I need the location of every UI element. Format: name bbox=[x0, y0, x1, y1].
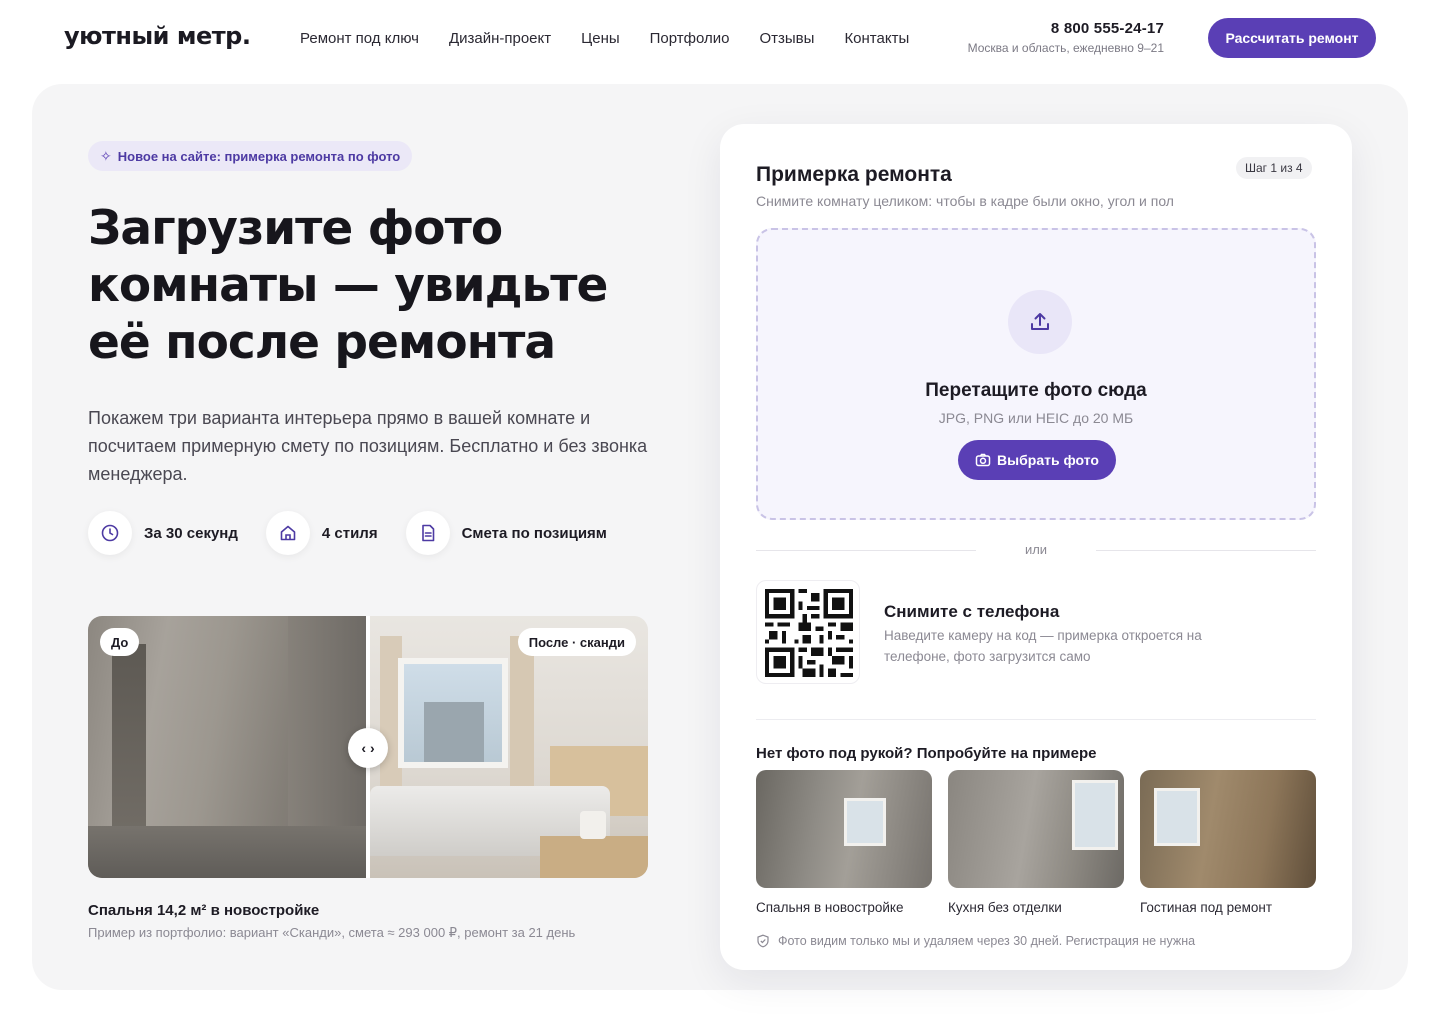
hero-title: Загрузите фото комнаты — увидьте её посл… bbox=[88, 201, 608, 370]
sample-card[interactable]: Спальня в новостройке bbox=[756, 770, 932, 915]
sparkle-icon: ✧ bbox=[100, 147, 112, 164]
feature-label: Смета по позициям bbox=[461, 524, 607, 542]
contact-phone: 8 800 555-24-17 Москва и область, ежедне… bbox=[954, 20, 1164, 55]
dropzone-hint: JPG, PNG или HEIC до 20 МБ bbox=[938, 410, 1134, 426]
new-feature-badge: ✧ Новое на сайте: примерка ремонта по фо… bbox=[88, 141, 413, 171]
step-badge: Шаг 1 из 4 bbox=[1236, 157, 1312, 179]
before-label: До bbox=[100, 628, 140, 656]
upload-icon bbox=[1008, 290, 1072, 354]
feature-label: За 30 секунд bbox=[144, 524, 238, 542]
phone-upload-title: Снимите с телефона bbox=[884, 602, 1060, 621]
shield-check-icon bbox=[757, 934, 769, 948]
sample-photos: Спальня в новостройке Кухня без отделки … bbox=[756, 770, 1316, 915]
sample-card[interactable]: Гостиная под ремонт bbox=[1140, 770, 1316, 915]
nav-link-design[interactable]: Дизайн-проект bbox=[449, 30, 551, 47]
feature-item: 4 стиля bbox=[265, 511, 378, 555]
caption-subtitle: Пример из портфолио: вариант «Сканди», с… bbox=[88, 925, 576, 940]
or-divider-left bbox=[756, 550, 976, 551]
nav-link-prices[interactable]: Цены bbox=[581, 30, 620, 47]
example-caption: Спальня 14,2 м² в новостройке Пример из … bbox=[88, 902, 575, 941]
home-icon bbox=[265, 511, 310, 555]
chevron-left-right-icon: ‹ › bbox=[361, 740, 375, 756]
samples-title: Нет фото под рукой? Попробуйте на пример… bbox=[756, 745, 1097, 762]
sample-image bbox=[948, 770, 1124, 888]
sample-label: Спальня в новостройке bbox=[756, 900, 904, 915]
nav-link-reviews[interactable]: Отзывы bbox=[759, 30, 814, 47]
nav-link-contacts[interactable]: Контакты bbox=[844, 30, 909, 47]
privacy-text: Фото видим только мы и удаляем через 30 … bbox=[778, 934, 1196, 948]
card-subtitle: Снимите комнату целиком: чтобы в кадре б… bbox=[756, 193, 1174, 209]
section-divider bbox=[756, 719, 1316, 720]
site-header: уютный метр. Ремонт под ключ Дизайн-прое… bbox=[0, 0, 1440, 80]
before-after-comparison[interactable]: До После · сканди ‹ › bbox=[88, 616, 648, 878]
nav-link-portfolio[interactable]: Портфолио bbox=[650, 30, 730, 47]
sample-image bbox=[756, 770, 932, 888]
caption-title: Спальня 14,2 м² в новостройке bbox=[88, 902, 320, 919]
logo[interactable]: уютный метр. bbox=[64, 22, 251, 50]
privacy-note: Фото видим только мы и удаляем через 30 … bbox=[756, 934, 1195, 948]
card-title: Примерка ремонта bbox=[756, 163, 952, 186]
nav-link-turnkey[interactable]: Ремонт под ключ bbox=[300, 30, 419, 47]
phone-upload-text: Наведите камеру на код — примерка открое… bbox=[884, 628, 1202, 664]
badge-text: Новое на сайте: примерка ремонта по фото bbox=[117, 148, 401, 164]
or-divider-right bbox=[1096, 550, 1316, 551]
feature-label: 4 стиля bbox=[321, 524, 378, 542]
or-label: или bbox=[1024, 542, 1048, 557]
qr-code bbox=[756, 580, 860, 684]
photo-dropzone[interactable]: Перетащите фото сюда JPG, PNG или HEIC д… bbox=[756, 228, 1316, 520]
calculate-repair-button[interactable]: Рассчитать ремонт bbox=[1208, 18, 1376, 58]
dropzone-title: Перетащите фото сюда bbox=[925, 380, 1147, 401]
camera-icon bbox=[975, 453, 991, 467]
hero-lead: Покажем три варианта интерьера прямо в в… bbox=[88, 408, 648, 484]
sample-card[interactable]: Кухня без отделки bbox=[948, 770, 1124, 915]
document-icon bbox=[405, 511, 450, 555]
sample-image bbox=[1140, 770, 1316, 888]
main-nav: Ремонт под ключ Дизайн-проект Цены Портф… bbox=[300, 30, 939, 47]
feature-list: За 30 секунд 4 стиля Смета по позициям bbox=[88, 511, 635, 555]
clock-icon bbox=[88, 511, 132, 555]
after-label: После · сканди bbox=[517, 628, 636, 656]
before-photo bbox=[88, 616, 366, 878]
sample-label: Кухня без отделки bbox=[948, 900, 1062, 915]
slider-handle[interactable]: ‹ › bbox=[348, 728, 388, 768]
feature-item: Смета по позициям bbox=[405, 511, 607, 555]
working-hours: Москва и область, ежедневно 9–21 bbox=[967, 41, 1164, 55]
choose-photo-button[interactable]: Выбрать фото bbox=[958, 440, 1116, 480]
phone-number[interactable]: 8 800 555-24-17 bbox=[954, 20, 1164, 37]
sample-label: Гостиная под ремонт bbox=[1140, 900, 1273, 915]
feature-item: За 30 секунд bbox=[88, 511, 238, 555]
choose-photo-label: Выбрать фото bbox=[997, 452, 1099, 468]
